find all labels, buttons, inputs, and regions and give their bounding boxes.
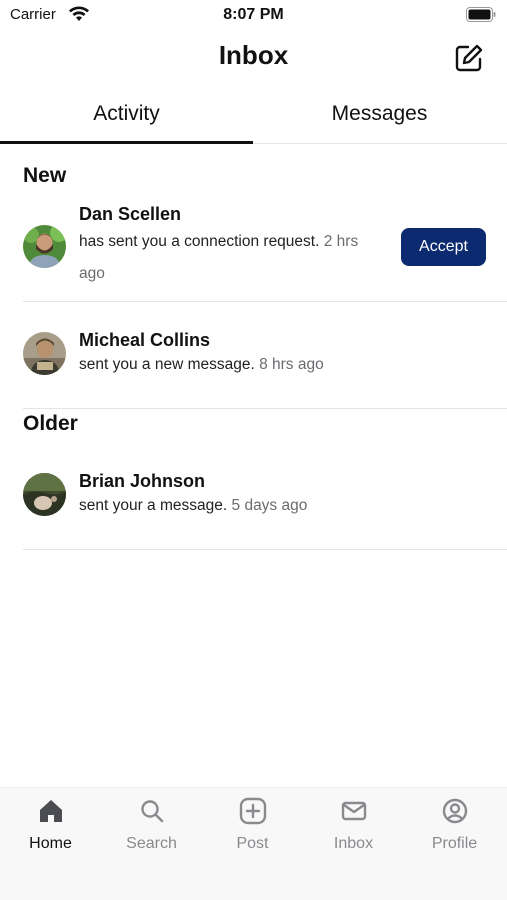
user-circle-icon (442, 798, 468, 824)
page-title: Inbox (218, 40, 289, 70)
segmented-tabs: Activity Messages (0, 90, 507, 144)
activity-time: 5 days ago (231, 497, 308, 514)
tab-bar-item-home[interactable]: Home (0, 788, 101, 868)
section-title-new: New (23, 164, 67, 187)
activity-message: sent you a new message. (79, 356, 255, 373)
status-bar: Carrier 8:07 PM (0, 0, 507, 30)
activity-time: 8 hrs ago (259, 356, 324, 373)
sender-name: Dan Scellen (79, 204, 182, 224)
activity-text: has sent you a connection request. 2 hrs… (79, 226, 379, 290)
tab-bar-label: Profile (431, 835, 478, 852)
status-time: 8:07 PM (223, 6, 284, 23)
battery-icon (466, 7, 496, 22)
avatar (23, 332, 66, 375)
tab-bar-item-search[interactable]: Search (101, 788, 202, 868)
home-icon (40, 800, 62, 822)
sender-name: Brian Johnson (79, 471, 206, 491)
tab-bar-label: Inbox (333, 835, 374, 852)
activity-text: sent your a message. 5 days ago (79, 490, 499, 522)
list-item[interactable]: Dan Scellen has sent you a connection re… (23, 198, 507, 302)
list-item[interactable]: Micheal Collins sent you a new message. … (23, 302, 507, 409)
tab-bar-item-post[interactable]: Post (202, 788, 303, 868)
search-icon (141, 800, 164, 823)
tab-bar-label: Post (236, 835, 269, 852)
bottom-tab-bar: Home Search Post Inbox Profile (0, 787, 507, 900)
active-tab-indicator (0, 141, 253, 144)
tab-bar-item-inbox[interactable]: Inbox (303, 788, 404, 868)
avatar (23, 225, 66, 268)
mail-icon (341, 801, 367, 821)
activity-message: sent your a message. (79, 497, 228, 514)
tab-bar-label: Search (126, 835, 177, 852)
tab-bar-label: Home (29, 835, 72, 852)
compose-icon[interactable] (453, 42, 485, 74)
sender-name: Micheal Collins (79, 330, 211, 350)
activity-message: has sent you a connection request. (79, 233, 320, 250)
avatar (23, 473, 66, 516)
tab-activity[interactable]: Activity (0, 90, 253, 144)
tab-messages[interactable]: Messages (253, 90, 506, 144)
list-item[interactable]: Brian Johnson sent your a message. 5 day… (23, 443, 507, 550)
plus-square-icon (239, 797, 267, 825)
activity-text: sent you a new message. 8 hrs ago (79, 349, 499, 381)
section-title-older: Older (23, 412, 78, 435)
nav-bar: Inbox (0, 30, 507, 86)
tab-bar-item-profile[interactable]: Profile (404, 788, 505, 868)
accept-button[interactable]: Accept (401, 228, 486, 266)
